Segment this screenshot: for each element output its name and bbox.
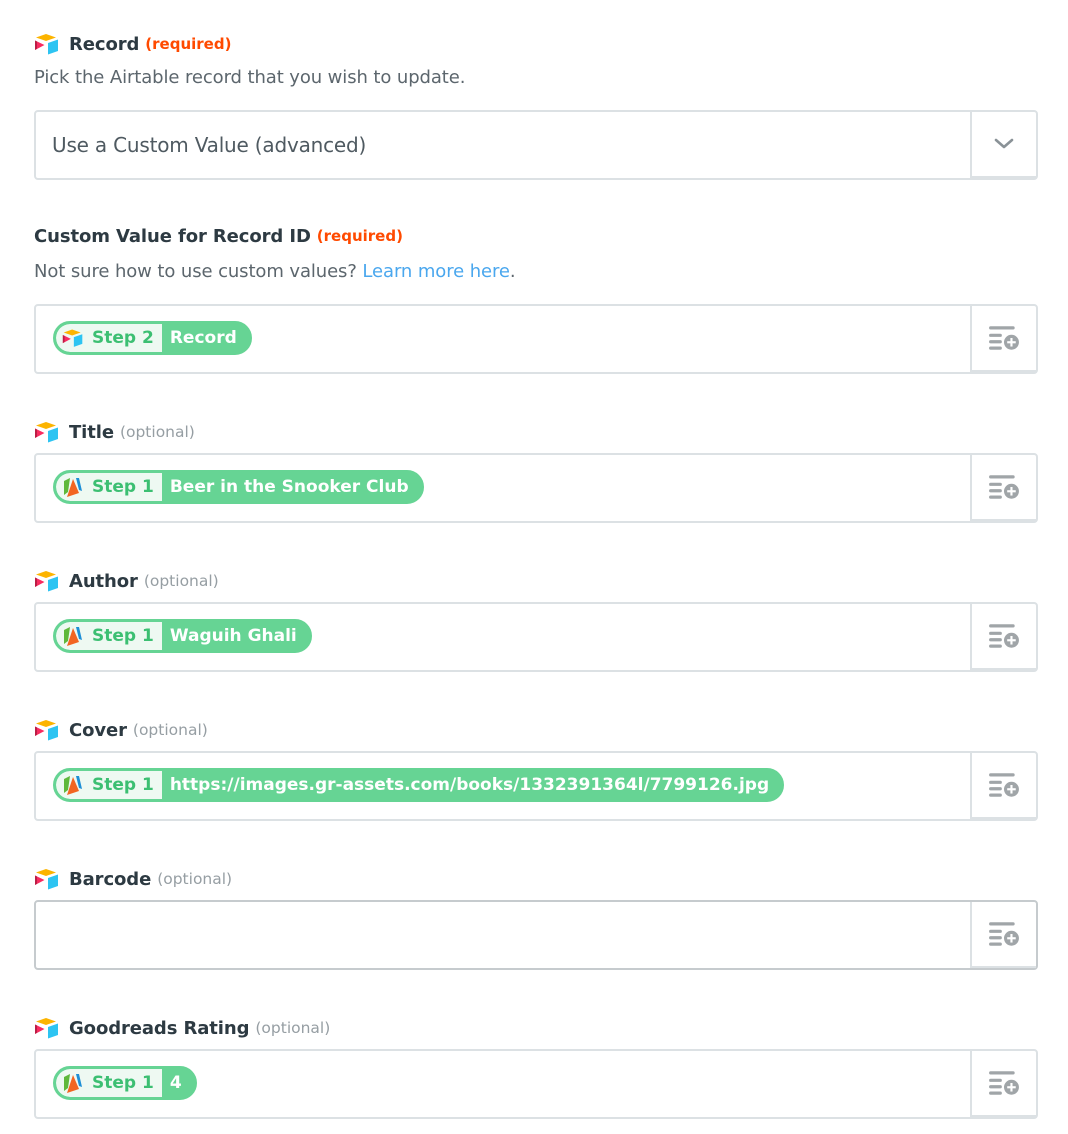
pill-step: Step 1	[92, 775, 154, 795]
cover-field[interactable]: Step 1 https://images.gr-assets.com/book…	[34, 751, 1038, 821]
title-label: Title (optional)	[34, 419, 195, 445]
goodreads-rating-label: Goodreads Rating (optional)	[34, 1015, 330, 1041]
goodreads-app-icon	[62, 476, 84, 498]
pill-source: Step 1	[56, 1069, 162, 1097]
mapped-field-pill[interactable]: Step 1 https://images.gr-assets.com/book…	[53, 768, 785, 802]
pill-value: Beer in the Snooker Club	[169, 477, 409, 497]
pill-value: 4	[169, 1073, 182, 1093]
insert-data-icon	[988, 921, 1020, 947]
insert-data-button[interactable]	[970, 753, 1036, 819]
pill-step: Step 2	[92, 328, 154, 348]
record-help-text: Pick the Airtable record that you wish t…	[34, 67, 466, 88]
insert-data-button[interactable]	[970, 455, 1036, 521]
chevron-down-icon	[994, 138, 1014, 149]
pill-step: Step 1	[92, 626, 154, 646]
author-label-text: Author	[69, 570, 138, 592]
title-field[interactable]: Step 1 Beer in the Snooker Club	[34, 453, 1038, 523]
author-field[interactable]: Step 1 Waguih Ghali	[34, 602, 1038, 672]
airtable-icon	[34, 868, 60, 890]
cover-label-text: Cover	[69, 719, 127, 741]
goodreads-app-icon	[62, 1072, 84, 1094]
airtable-icon	[34, 1017, 60, 1039]
pill-value: https://images.gr-assets.com/books/13323…	[169, 775, 770, 795]
mapped-field-pill[interactable]: Step 1 Waguih Ghali	[53, 619, 312, 653]
optional-tag: (optional)	[157, 870, 233, 888]
insert-data-icon	[988, 623, 1020, 649]
airtable-icon	[34, 421, 60, 443]
required-tag: (required)	[316, 227, 403, 245]
mapped-field-pill[interactable]: Step 1 Beer in the Snooker Club	[53, 470, 424, 504]
insert-data-icon	[988, 1070, 1020, 1096]
custom-value-help-text: Not sure how to use custom values?	[34, 261, 357, 282]
airtable-icon	[34, 33, 60, 55]
custom-value-help: Not sure how to use custom values? Learn…	[34, 261, 516, 282]
pill-value: Waguih Ghali	[169, 626, 297, 646]
pill-source: Step 1	[56, 473, 162, 501]
insert-data-button[interactable]	[970, 306, 1036, 372]
pill-value: Record	[169, 328, 237, 348]
insert-data-icon	[988, 325, 1020, 351]
goodreads-app-icon	[62, 625, 84, 647]
pill-source: Step 1	[56, 622, 162, 650]
insert-data-button[interactable]	[970, 604, 1036, 670]
help-punctuation: .	[509, 261, 516, 282]
record-dropdown-toggle[interactable]	[970, 112, 1036, 178]
required-tag: (required)	[145, 35, 232, 53]
barcode-label: Barcode (optional)	[34, 866, 232, 892]
custom-value-label-text: Custom Value for Record ID	[34, 225, 311, 247]
cover-label: Cover (optional)	[34, 717, 208, 743]
pill-source: Step 1	[56, 771, 162, 799]
insert-data-icon	[988, 772, 1020, 798]
learn-more-link[interactable]: Learn more here	[362, 261, 510, 282]
insert-data-button[interactable]	[970, 1051, 1036, 1117]
barcode-label-text: Barcode	[69, 868, 152, 890]
pill-step: Step 1	[92, 1073, 154, 1093]
record-select[interactable]: Use a Custom Value (advanced)	[34, 110, 1038, 180]
airtable-icon	[62, 327, 84, 349]
barcode-field[interactable]	[34, 900, 1038, 970]
custom-value-label: Custom Value for Record ID (required)	[34, 223, 403, 249]
custom-value-field[interactable]: Step 2 Record	[34, 304, 1038, 374]
goodreads-rating-label-text: Goodreads Rating	[69, 1017, 250, 1039]
insert-data-button[interactable]	[970, 902, 1036, 968]
optional-tag: (optional)	[132, 721, 208, 739]
pill-source: Step 2	[56, 324, 162, 352]
insert-data-icon	[988, 474, 1020, 500]
optional-tag: (optional)	[143, 572, 219, 590]
mapped-field-pill[interactable]: Step 2 Record	[53, 321, 252, 355]
record-label-text: Record	[69, 33, 140, 55]
goodreads-app-icon	[62, 774, 84, 796]
airtable-icon	[34, 570, 60, 592]
airtable-update-record-form: Record (required) Pick the Airtable reco…	[0, 0, 1068, 1134]
pill-step: Step 1	[92, 477, 154, 497]
title-label-text: Title	[69, 421, 114, 443]
author-label: Author (optional)	[34, 568, 219, 594]
optional-tag: (optional)	[119, 423, 195, 441]
record-select-value[interactable]: Use a Custom Value (advanced)	[52, 112, 366, 178]
airtable-icon	[34, 719, 60, 741]
goodreads-rating-field[interactable]: Step 1 4	[34, 1049, 1038, 1119]
optional-tag: (optional)	[255, 1019, 331, 1037]
record-label: Record (required)	[34, 31, 231, 57]
mapped-field-pill[interactable]: Step 1 4	[53, 1066, 197, 1100]
